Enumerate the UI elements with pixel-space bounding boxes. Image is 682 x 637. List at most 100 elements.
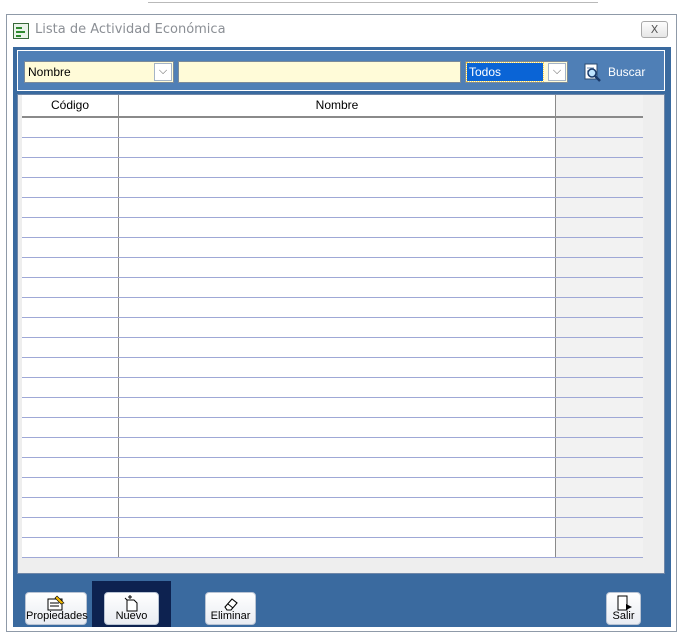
table-cell[interactable] xyxy=(556,118,643,137)
table-cell[interactable] xyxy=(119,278,556,297)
table-row[interactable] xyxy=(22,358,643,378)
propiedades-button[interactable]: Propiedades xyxy=(25,592,88,625)
close-button[interactable]: X xyxy=(641,21,668,38)
table-cell[interactable] xyxy=(119,238,556,257)
table-cell[interactable] xyxy=(556,178,643,197)
table-cell[interactable] xyxy=(119,498,556,517)
table-cell[interactable] xyxy=(22,238,119,257)
table-cell[interactable] xyxy=(556,418,643,437)
nuevo-button[interactable]: Nuevo xyxy=(104,592,159,625)
table-cell[interactable] xyxy=(556,298,643,317)
table-cell[interactable] xyxy=(22,278,119,297)
table-cell[interactable] xyxy=(22,478,119,497)
table-row[interactable] xyxy=(22,298,643,318)
table-row[interactable] xyxy=(22,498,643,518)
table-row[interactable] xyxy=(22,458,643,478)
table-row[interactable] xyxy=(22,198,643,218)
table-cell[interactable] xyxy=(119,298,556,317)
table-cell[interactable] xyxy=(556,478,643,497)
table-cell[interactable] xyxy=(22,158,119,177)
column-header-nombre[interactable]: Nombre xyxy=(119,95,556,116)
table-cell[interactable] xyxy=(119,258,556,277)
table-cell[interactable] xyxy=(22,498,119,517)
table-row[interactable] xyxy=(22,278,643,298)
table-cell[interactable] xyxy=(22,358,119,377)
salir-button[interactable]: Salir xyxy=(606,592,641,625)
table-row[interactable] xyxy=(22,218,643,238)
table-cell[interactable] xyxy=(119,338,556,357)
table-cell[interactable] xyxy=(22,318,119,337)
table-row[interactable] xyxy=(22,478,643,498)
search-input[interactable] xyxy=(178,61,461,83)
table-cell[interactable] xyxy=(119,518,556,537)
table-cell[interactable] xyxy=(119,398,556,417)
table-cell[interactable] xyxy=(119,218,556,237)
table-cell[interactable] xyxy=(556,378,643,397)
table-row[interactable] xyxy=(22,238,643,258)
table-cell[interactable] xyxy=(556,138,643,157)
table-cell[interactable] xyxy=(556,438,643,457)
table-row[interactable] xyxy=(22,178,643,198)
table-cell[interactable] xyxy=(119,478,556,497)
chevron-down-icon[interactable]: ⌵ xyxy=(548,63,566,81)
table-cell[interactable] xyxy=(556,518,643,537)
table-cell[interactable] xyxy=(556,238,643,257)
table-row[interactable] xyxy=(22,158,643,178)
table-cell[interactable] xyxy=(22,178,119,197)
table-cell[interactable] xyxy=(22,538,119,557)
table-cell[interactable] xyxy=(556,318,643,337)
table-cell[interactable] xyxy=(119,158,556,177)
table-row[interactable] xyxy=(22,538,643,558)
table-cell[interactable] xyxy=(22,118,119,137)
table-row[interactable] xyxy=(22,118,643,138)
table-cell[interactable] xyxy=(119,118,556,137)
table-cell[interactable] xyxy=(556,158,643,177)
table-cell[interactable] xyxy=(22,418,119,437)
table-cell[interactable] xyxy=(119,538,556,557)
table-cell[interactable] xyxy=(556,338,643,357)
table-cell[interactable] xyxy=(119,458,556,477)
table-cell[interactable] xyxy=(22,138,119,157)
table-cell[interactable] xyxy=(22,338,119,357)
table-row[interactable] xyxy=(22,398,643,418)
table-row[interactable] xyxy=(22,378,643,398)
table-row[interactable] xyxy=(22,138,643,158)
table-cell[interactable] xyxy=(119,358,556,377)
chevron-down-icon[interactable]: ⌵ xyxy=(154,63,172,81)
table-row[interactable] xyxy=(22,338,643,358)
table-cell[interactable] xyxy=(22,258,119,277)
table-cell[interactable] xyxy=(22,198,119,217)
table-cell[interactable] xyxy=(119,318,556,337)
buscar-button[interactable]: Buscar xyxy=(578,59,660,85)
table-row[interactable] xyxy=(22,438,643,458)
table-cell[interactable] xyxy=(119,198,556,217)
table-cell[interactable] xyxy=(22,398,119,417)
eliminar-button[interactable]: Eliminar xyxy=(205,592,256,625)
table-cell[interactable] xyxy=(22,438,119,457)
table-cell[interactable] xyxy=(119,378,556,397)
table-cell[interactable] xyxy=(556,278,643,297)
table-cell[interactable] xyxy=(119,138,556,157)
table-cell[interactable] xyxy=(119,178,556,197)
table-cell[interactable] xyxy=(556,538,643,557)
table-cell[interactable] xyxy=(22,298,119,317)
column-header-codigo[interactable]: Código xyxy=(22,95,119,116)
table-row[interactable] xyxy=(22,418,643,438)
table-row[interactable] xyxy=(22,318,643,338)
table-cell[interactable] xyxy=(556,198,643,217)
table-cell[interactable] xyxy=(556,258,643,277)
field-select[interactable]: Nombre ⌵ xyxy=(24,61,174,83)
table-cell[interactable] xyxy=(556,218,643,237)
table-cell[interactable] xyxy=(22,218,119,237)
table-cell[interactable] xyxy=(556,398,643,417)
filter-select[interactable]: Todos ⌵ xyxy=(465,61,568,83)
table-cell[interactable] xyxy=(556,358,643,377)
table-cell[interactable] xyxy=(22,518,119,537)
table-cell[interactable] xyxy=(119,438,556,457)
table-cell[interactable] xyxy=(556,498,643,517)
table-cell[interactable] xyxy=(556,458,643,477)
table-cell[interactable] xyxy=(119,418,556,437)
table-row[interactable] xyxy=(22,518,643,538)
table-cell[interactable] xyxy=(22,458,119,477)
table-row[interactable] xyxy=(22,258,643,278)
